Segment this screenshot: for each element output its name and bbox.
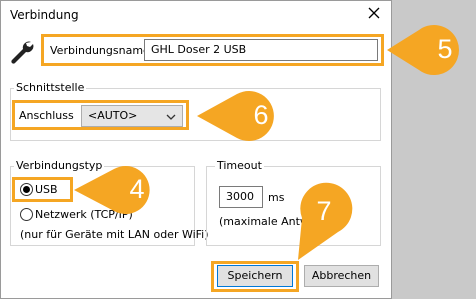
callout-6: 6	[195, 88, 287, 142]
port-select-value: <AUTO>	[88, 109, 138, 122]
timeout-input[interactable]: 3000	[219, 186, 263, 208]
timeout-group-title: Timeout	[215, 159, 264, 172]
close-icon[interactable]	[365, 4, 383, 22]
connection-name-input[interactable]: GHL Doser 2 USB	[144, 39, 378, 61]
callout-4-number: 4	[129, 174, 145, 204]
callout-7: 7	[280, 180, 360, 262]
callout-5-number: 5	[437, 34, 453, 64]
usb-radio[interactable]	[20, 183, 33, 196]
connection-name-label: Verbindungsname	[50, 44, 150, 57]
callout-4: 4	[72, 164, 164, 216]
save-button[interactable]: Speichern	[217, 265, 293, 287]
cancel-button[interactable]: Abbrechen	[304, 265, 379, 287]
port-select[interactable]: <AUTO>	[81, 105, 183, 127]
port-label: Anschluss	[19, 109, 74, 122]
interface-group-title: Schnittstelle	[14, 81, 87, 94]
usb-radio-label: USB	[35, 183, 58, 196]
dialog-title: Verbindung	[10, 8, 79, 22]
callout-7-number: 7	[316, 196, 332, 226]
callout-6-number: 6	[253, 100, 269, 130]
network-note: (nur für Geräte mit LAN oder WiFi)	[20, 228, 209, 241]
chevron-down-icon	[166, 111, 176, 120]
network-radio[interactable]	[20, 208, 33, 221]
callout-5: 5	[385, 24, 471, 76]
wrench-icon	[9, 38, 35, 64]
